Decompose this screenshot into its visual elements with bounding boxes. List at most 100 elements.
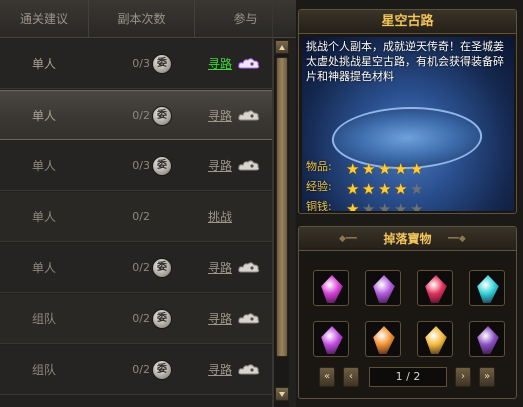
cloud-teleport-icon[interactable]: [238, 109, 260, 123]
pathfind-link[interactable]: 寻路: [208, 243, 232, 293]
scroll-up-button[interactable]: [275, 40, 289, 54]
header-suggestion: 通关建议: [19, 12, 68, 26]
star-icon: ★: [346, 180, 360, 198]
violet-crystal-icon: [321, 326, 343, 354]
challenge-link[interactable]: 挑战: [208, 192, 232, 242]
table-row[interactable]: 单人 0/2 挑战: [0, 192, 272, 242]
star-icon: ★: [394, 200, 408, 212]
orange-crystal-icon: [373, 326, 395, 354]
suggestion-cell: 单人: [31, 109, 56, 123]
run-count-cell: 0/3: [132, 159, 150, 172]
dungeon-list-panel: 通关建议 副本次数 参与 单人 0/3 委寻路 单人 0/2 委寻路 单人 0/3 委寻路 单人 0…: [0, 0, 296, 407]
table-row[interactable]: 单人 0/2 委 寻路: [0, 243, 272, 293]
delegate-icon[interactable]: 委: [152, 360, 172, 380]
red-cube-gem-icon: [425, 275, 447, 303]
delegate-icon[interactable]: 委: [152, 106, 172, 126]
suggestion-cell: 单人: [31, 261, 56, 275]
cloud-teleport-icon[interactable]: [238, 57, 260, 71]
page-indicator: 1 / 2: [369, 367, 447, 387]
star-icon: ★: [410, 200, 424, 212]
purple-chest-icon: [477, 326, 499, 354]
suggestion-cell: 单人: [31, 57, 56, 71]
suggestion-cell: 组队: [31, 363, 56, 377]
star-icon: ★: [394, 180, 408, 198]
star-icon: ★: [362, 200, 376, 212]
star-icon: ★: [362, 180, 376, 198]
cloud-teleport-icon[interactable]: [238, 312, 260, 326]
suggestion-cell: 组队: [31, 312, 56, 326]
pathfind-link[interactable]: 寻路: [208, 294, 232, 344]
star-icon: ★: [410, 160, 424, 178]
cyan-crystal-icon: [477, 275, 499, 303]
table-row[interactable]: 单人 0/3 委 寻路: [0, 39, 272, 89]
header-runs: 副本次数: [88, 0, 194, 38]
drop-item-slot[interactable]: [365, 321, 401, 357]
drop-item-slot[interactable]: [417, 321, 453, 357]
prev-page-button[interactable]: ‹: [343, 367, 359, 387]
delegate-icon[interactable]: 委: [152, 309, 172, 329]
star-rating: ★ ★ ★ ★ ★: [346, 199, 426, 212]
title-ornament-right: ━━◆: [448, 234, 466, 244]
star-icon: ★: [410, 180, 424, 198]
drop-item-slot[interactable]: [313, 321, 349, 357]
run-count-cell: 0/2: [132, 363, 150, 376]
table-row[interactable]: 组队 0/2 委 寻路: [0, 345, 272, 395]
dungeon-window: 通关建议 副本次数 参与 单人 0/3 委寻路 单人 0/2 委寻路 单人 0/3 委寻路 单人 0…: [0, 0, 523, 407]
delegate-icon[interactable]: 委: [152, 258, 172, 278]
stat-label: 铜钱:: [306, 200, 332, 211]
pathfind-link[interactable]: 寻路: [208, 141, 232, 191]
pathfind-link[interactable]: 寻路: [208, 345, 232, 395]
run-count-cell: 0/2: [132, 109, 150, 122]
title-ornament-left: ◆━━: [339, 234, 357, 244]
scroll-down-button[interactable]: [275, 387, 289, 401]
run-count-cell: 0/3: [132, 57, 150, 70]
table-header: 通关建议 副本次数 参与: [0, 0, 296, 38]
first-page-button[interactable]: «: [319, 367, 335, 387]
drop-item-slot[interactable]: [469, 321, 505, 357]
star-rating: ★ ★ ★ ★ ★: [346, 159, 426, 178]
drop-items-panel: 掉落寶物 ◆━━ ━━◆ « ‹ 1 / 2 › »: [298, 226, 517, 399]
cloud-teleport-icon[interactable]: [238, 363, 260, 377]
star-icon: ★: [378, 200, 392, 212]
star-icon: ★: [362, 160, 376, 178]
dungeon-info-panel: 星空古路 挑战个人副本，成就逆天传奇！在圣城姜太虚处挑战星空古路，有机会获得装备…: [298, 9, 517, 214]
stat-label: 物品:: [306, 160, 332, 173]
drop-item-slot[interactable]: [469, 270, 505, 306]
suggestion-cell: 单人: [31, 210, 56, 224]
scrollbar[interactable]: [273, 39, 289, 407]
pathfind-link[interactable]: 寻路: [208, 39, 232, 89]
star-icon: ★: [394, 160, 408, 178]
cloud-teleport-icon[interactable]: [238, 261, 260, 275]
purple-crystal-icon: [373, 275, 395, 303]
table-row[interactable]: 单人 0/3 委 寻路: [0, 141, 272, 191]
drop-item-slot[interactable]: [313, 270, 349, 306]
scroll-thumb[interactable]: [276, 57, 288, 357]
dungeon-description: 挑战个人副本，成就逆天传奇！在圣城姜太虚处挑战星空古路，有机会获得装备碎片和神器…: [306, 40, 504, 83]
cloud-teleport-icon[interactable]: [238, 159, 260, 173]
run-count-cell: 0/2: [132, 312, 150, 325]
star-icon: ★: [378, 180, 392, 198]
next-page-button[interactable]: ›: [455, 367, 471, 387]
delegate-icon[interactable]: 委: [152, 54, 172, 74]
drop-item-slot[interactable]: [417, 270, 453, 306]
dungeon-preview-image: 挑战个人副本，成就逆天传奇！在圣城姜太虚处挑战星空古路，有机会获得装备碎片和神器…: [302, 37, 514, 211]
run-count-cell: 0/2: [132, 210, 150, 223]
run-count-cell: 0/2: [132, 261, 150, 274]
header-join: 参与: [194, 0, 296, 38]
star-icon: ★: [346, 160, 360, 178]
star-icon: ★: [346, 200, 360, 212]
drop-title: 掉落寶物: [299, 227, 516, 251]
pathfind-link[interactable]: 寻路: [208, 91, 232, 141]
table-row[interactable]: 单人 0/2 委 寻路: [0, 90, 272, 140]
table-row[interactable]: 组队 0/2 委 寻路: [0, 294, 272, 344]
dungeon-title: 星空古路: [299, 10, 516, 34]
stat-label: 经验:: [306, 180, 332, 193]
purple-heart-gem-icon: [321, 275, 343, 303]
star-icon: ★: [378, 160, 392, 178]
star-rating: ★ ★ ★ ★ ★: [346, 179, 426, 198]
delegate-icon[interactable]: 委: [152, 156, 172, 176]
suggestion-cell: 单人: [31, 159, 56, 173]
drop-item-slot[interactable]: [365, 270, 401, 306]
amber-crystal-icon: [425, 326, 447, 354]
last-page-button[interactable]: »: [479, 367, 495, 387]
